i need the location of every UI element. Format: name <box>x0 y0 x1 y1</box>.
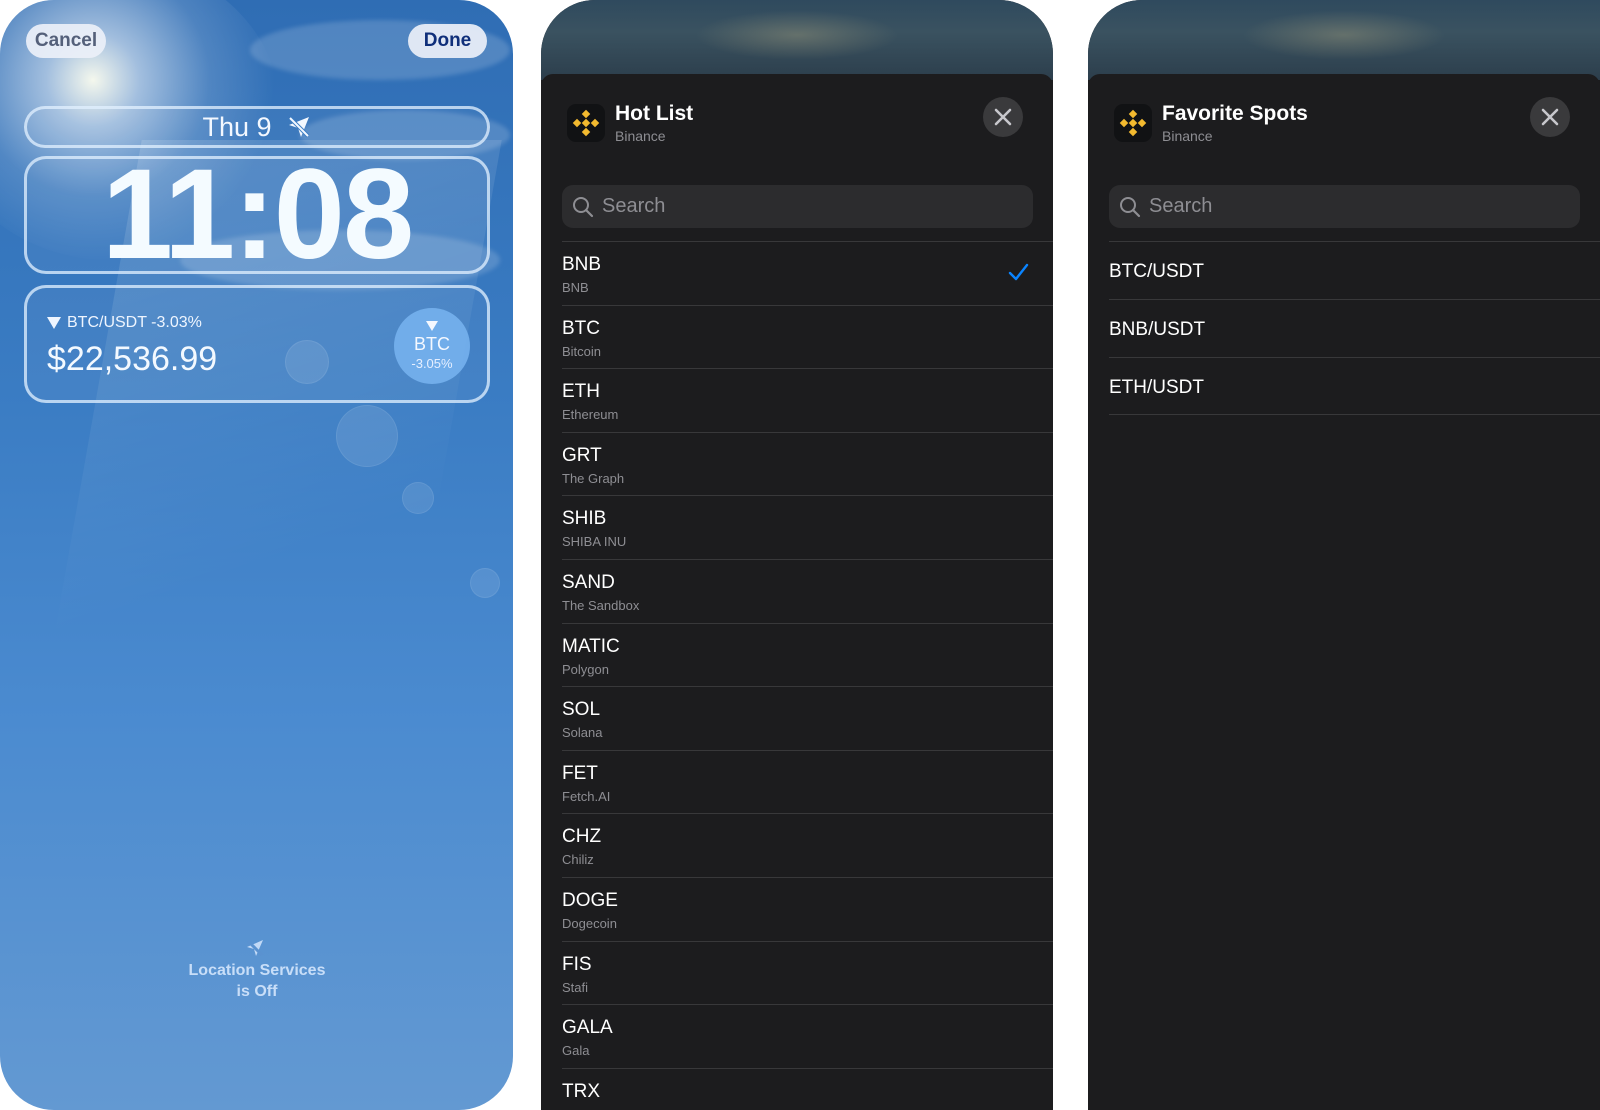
list-item[interactable]: BTC/USDT <box>1109 241 1600 299</box>
list-item[interactable]: GALA Gala <box>562 1004 1053 1068</box>
pair-change-label: BTC/USDT -3.03% <box>67 314 202 331</box>
clock-time: 11:08 <box>101 143 414 286</box>
favorite-spots-sheet: Favorite Spots Binance Search BTC/USDT BN… <box>1088 74 1600 1110</box>
location-off-icon <box>288 116 309 138</box>
coin-circle-widget: BTC -3.05% <box>394 308 470 384</box>
spot-pair-list: BTC/USDT BNB/USDT ETH/USDT <box>1088 241 1600 415</box>
sheet-title: Favorite Spots <box>1162 102 1308 125</box>
close-button[interactable] <box>983 97 1023 137</box>
coin-symbol: GALA <box>562 1017 613 1039</box>
search-icon <box>1120 196 1141 217</box>
spot-pair-label: ETH/USDT <box>1109 377 1204 398</box>
list-item[interactable]: SOL Solana <box>562 686 1053 750</box>
crypto-widget-slot[interactable]: BTC/USDT -3.03% $22,536.99 BTC -3.05% <box>24 285 490 403</box>
coin-name: Ethereum <box>562 407 619 423</box>
sheet-title: Hot List <box>615 102 694 125</box>
coin-name: BTC <box>414 334 450 354</box>
wallpaper-peek <box>1088 0 1600 80</box>
search-placeholder: Search <box>1149 195 1213 217</box>
coin-list: BNB BNB BTC Bitcoin ETH Ethereum GRT The Graph S… <box>541 241 1053 1110</box>
coin-symbol: SOL <box>562 699 601 721</box>
coin-name: Fetch.AI <box>562 788 611 804</box>
binance-logo-icon <box>567 104 605 142</box>
list-item[interactable]: CHZ Chiliz <box>562 813 1053 877</box>
coin-symbol: BTC <box>562 317 600 339</box>
location-off-icon <box>246 939 264 957</box>
list-item[interactable]: DOGE Dogecoin <box>562 876 1053 941</box>
coin-name: SHIBA INU <box>562 534 627 550</box>
coin-symbol: SAND <box>562 571 615 593</box>
coin-symbol: SHIB <box>562 508 607 530</box>
coin-symbol: CHZ <box>562 826 602 848</box>
search-placeholder: Search <box>602 195 666 217</box>
location-services-message: Location Services is Off <box>188 962 326 1000</box>
coin-symbol: TRX <box>562 1080 600 1102</box>
date-widget-slot[interactable]: Thu 9 <box>24 106 490 148</box>
spot-pair-label: BTC/USDT <box>1109 261 1204 282</box>
coin-name: Dogecoin <box>562 915 617 931</box>
coin-symbol: BNB <box>562 254 602 275</box>
search-input[interactable]: Search <box>1109 185 1580 228</box>
coin-name: Stafi <box>562 979 589 995</box>
cancel-button[interactable]: Cancel <box>26 24 106 58</box>
list-item[interactable]: SAND The Sandbox <box>562 558 1053 623</box>
search-icon <box>573 196 594 217</box>
btc-price: $22,536.99 <box>47 340 218 378</box>
coin-symbol: DOGE <box>562 889 618 911</box>
hot-list-screen: Hot List Binance Search BNB BNB BTC Bitcoin… <box>541 0 1053 1110</box>
wallpaper-peek <box>541 0 1053 80</box>
done-button[interactable]: Done <box>408 24 487 58</box>
close-button[interactable] <box>1530 97 1570 137</box>
clock-slot[interactable]: 11:08 <box>24 151 490 279</box>
close-icon <box>994 108 1012 126</box>
list-item[interactable]: TRXTRON <box>562 1067 1053 1110</box>
coin-symbol: ETH <box>562 381 600 403</box>
list-item[interactable]: MATIC Polygon <box>562 622 1053 687</box>
search-input[interactable]: Search <box>562 185 1033 228</box>
date-label: Thu 9 <box>202 111 272 142</box>
lock-screen-preview: Cancel Done Thu 9 11:08 BTC/USDT -3.03% … <box>0 0 513 1110</box>
coin-name: Gala <box>562 1043 590 1059</box>
coin-symbol: FIS <box>562 953 592 975</box>
binance-logo-icon <box>1114 104 1152 142</box>
coin-symbol: FET <box>562 762 598 784</box>
coin-name: BNB <box>562 280 589 295</box>
coin-name: Bitcoin <box>562 343 602 359</box>
coin-symbol: MATIC <box>562 635 620 657</box>
list-item[interactable]: ETH/USDT <box>1109 357 1600 415</box>
down-triangle-icon <box>47 317 61 329</box>
coin-name: Polygon <box>562 661 609 677</box>
coin-name: The Sandbox <box>562 597 640 613</box>
list-item[interactable]: FIS Stafi <box>562 940 1053 1005</box>
list-item[interactable]: BNB/USDT <box>1109 299 1600 357</box>
coin-name: Chiliz <box>562 852 594 868</box>
sheet-subtitle: Binance <box>615 128 666 144</box>
coin-symbol: GRT <box>562 444 602 466</box>
hot-list-sheet: Hot List Binance Search BNB BNB BTC Bitcoin… <box>541 74 1053 1110</box>
down-triangle-icon <box>426 321 438 331</box>
list-item[interactable]: FET Fetch.AI <box>562 749 1053 814</box>
coin-name: Solana <box>562 725 603 741</box>
list-item[interactable]: BNB BNB <box>562 241 1053 305</box>
pair-change: BTC/USDT -3.03% <box>47 314 202 332</box>
list-item[interactable]: SHIB SHIBA INU <box>562 495 1053 559</box>
checkmark-icon <box>1008 263 1029 281</box>
coin-change: -3.05% <box>411 356 453 371</box>
coin-name: The Graph <box>562 470 625 486</box>
spot-pair-label: BNB/USDT <box>1109 319 1206 340</box>
list-item[interactable]: ETH Ethereum <box>562 368 1053 432</box>
close-icon <box>1541 108 1559 126</box>
list-item[interactable]: GRT The Graph <box>562 431 1053 496</box>
list-item[interactable]: BTC Bitcoin <box>562 304 1053 369</box>
favorite-spots-screen: Favorite Spots Binance Search BTC/USDT BN… <box>1088 0 1600 1110</box>
sheet-subtitle: Binance <box>1162 128 1213 144</box>
